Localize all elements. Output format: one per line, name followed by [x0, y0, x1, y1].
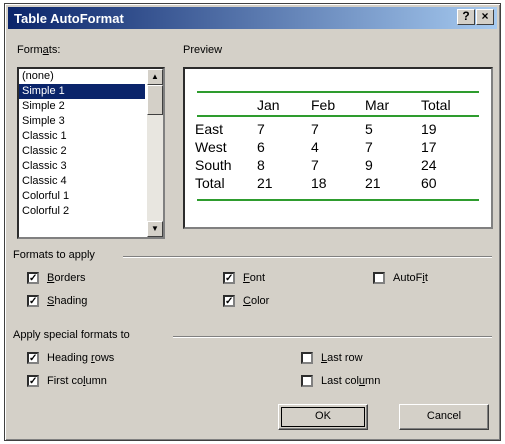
formats-scrollbar[interactable]: ▲ ▼ [147, 69, 163, 237]
first-column-checkbox[interactable]: ✓ [27, 375, 39, 387]
formats-list-items: (none) Simple 1 Simple 2 Simple 3 Classic 1C… [19, 69, 145, 237]
preview-cell: 7 [311, 157, 319, 173]
font-checkbox[interactable]: ✓ [223, 272, 235, 284]
heading-rows-checkbox[interactable]: ✓ [27, 352, 39, 364]
preview-bottom-rule [197, 199, 479, 201]
preview-header-cell: Mar [365, 97, 390, 113]
preview-cell: 7 [311, 121, 319, 137]
preview-cell: 17 [421, 139, 437, 155]
table-autoformat-dialog: Table AutoFormat ? × Formats: (none) Simp… [4, 3, 501, 441]
preview-cell: 9 [365, 157, 373, 173]
format-list-item[interactable]: Simple 1 [19, 84, 145, 99]
format-list-item[interactable]: Classic 3 [19, 159, 145, 174]
preview-cell: 19 [421, 121, 437, 137]
heading-rows-label: Heading rows [47, 352, 114, 364]
preview-cell: 60 [421, 175, 437, 191]
format-list-item[interactable]: Simple 3 [19, 114, 145, 129]
autofit-checkbox[interactable] [373, 272, 385, 284]
window-title: Table AutoFormat [14, 11, 124, 26]
last-row-label-post: ast row [327, 352, 363, 364]
last-row-label: Last row [321, 352, 363, 364]
borders-check: ✓ [29, 273, 38, 284]
heading-rows-label-pre: Heading [47, 352, 92, 364]
preview-cell: 21 [257, 175, 273, 191]
autofit-label: AutoFit [393, 272, 428, 284]
help-button[interactable]: ? [457, 9, 475, 25]
preview-header-cell: Total [421, 97, 451, 113]
title-bar[interactable]: Table AutoFormat ? × [8, 7, 497, 29]
preview-cell: 5 [365, 121, 373, 137]
format-list-item[interactable]: Classic 2 [19, 144, 145, 159]
preview-cell: 4 [311, 139, 319, 155]
format-list-item[interactable]: (none) [19, 69, 145, 84]
font-label-rest: ont [249, 272, 266, 284]
formats-listbox[interactable]: (none) Simple 1 Simple 2 Simple 3 Classic 1C… [17, 67, 165, 239]
borders-checkbox[interactable]: ✓ [27, 272, 39, 284]
last-column-label: Last column [321, 375, 380, 387]
autofit-label-pre: AutoF [393, 272, 423, 284]
scroll-thumb[interactable] [147, 85, 163, 115]
formats-to-apply-divider [123, 256, 492, 258]
last-column-label-pre: Last col [321, 375, 359, 387]
cancel-button[interactable]: Cancel [399, 404, 489, 430]
shading-check: ✓ [29, 296, 38, 307]
preview-cell: West [195, 139, 227, 155]
preview-header-cell: Jan [257, 97, 280, 113]
scroll-up-button[interactable]: ▲ [147, 69, 163, 85]
last-row-checkbox[interactable] [301, 352, 313, 364]
preview-cell: South [195, 157, 232, 173]
preview-cell: 8 [257, 157, 265, 173]
font-label: Font [243, 272, 265, 284]
ok-button[interactable]: OK [278, 404, 368, 430]
special-formats-divider [173, 336, 492, 338]
preview-pane: Jan Feb Mar Total East 7 7 5 19 West 6 4 7 17 South 8 7 9… [183, 67, 493, 229]
preview-cell: East [195, 121, 224, 137]
preview-cell: 7 [365, 139, 373, 155]
heading-rows-check: ✓ [29, 353, 38, 364]
first-column-label-pre: First co [47, 375, 84, 387]
formats-label-post: ts: [48, 44, 61, 56]
last-column-label-post: mn [365, 375, 381, 387]
first-column-label-post: umn [85, 375, 107, 387]
preview-top-rule [197, 91, 479, 93]
close-button[interactable]: × [476, 9, 494, 25]
color-label-key: C [243, 295, 251, 307]
preview-cell: 7 [257, 121, 265, 137]
heading-rows-label-post: ows [94, 352, 115, 364]
format-list-item[interactable]: Simple 2 [19, 99, 145, 114]
preview-cell: 24 [421, 157, 437, 173]
scroll-down-button[interactable]: ▼ [147, 221, 163, 237]
special-formats-label: Apply special formats to [13, 329, 130, 341]
format-list-item[interactable]: Classic 4 [19, 174, 145, 189]
format-list-item[interactable]: Classic 1 [19, 129, 145, 144]
color-check: ✓ [225, 296, 234, 307]
preview-cell: 18 [311, 175, 327, 191]
format-list-item[interactable]: Colorful 2 [19, 204, 145, 219]
color-label-rest: olor [250, 295, 270, 307]
preview-label: Preview [183, 44, 223, 56]
color-checkbox[interactable]: ✓ [223, 295, 235, 307]
shading-label-rest: hading [54, 295, 88, 307]
font-check: ✓ [225, 273, 234, 284]
first-column-check: ✓ [29, 376, 38, 387]
last-column-checkbox[interactable] [301, 375, 313, 387]
formats-label-pre: Form [17, 44, 43, 56]
preview-cell: 6 [257, 139, 265, 155]
borders-label-rest: orders [54, 272, 86, 284]
color-label: Color [243, 295, 269, 307]
formats-label: Formats: [17, 44, 60, 56]
formats-to-apply-label: Formats to apply [13, 249, 95, 261]
borders-label: Borders [47, 272, 86, 284]
format-list-item[interactable]: Colorful 1 [19, 189, 145, 204]
preview-cell: 21 [365, 175, 381, 191]
shading-label: Shading [47, 295, 87, 307]
shading-checkbox[interactable]: ✓ [27, 295, 39, 307]
preview-header-rule [197, 115, 479, 117]
preview-cell: Total [195, 175, 225, 191]
preview-header-cell: Feb [311, 97, 336, 113]
autofit-label-post: t [424, 272, 428, 284]
first-column-label: First column [47, 375, 107, 387]
font-label-key: F [243, 272, 250, 284]
